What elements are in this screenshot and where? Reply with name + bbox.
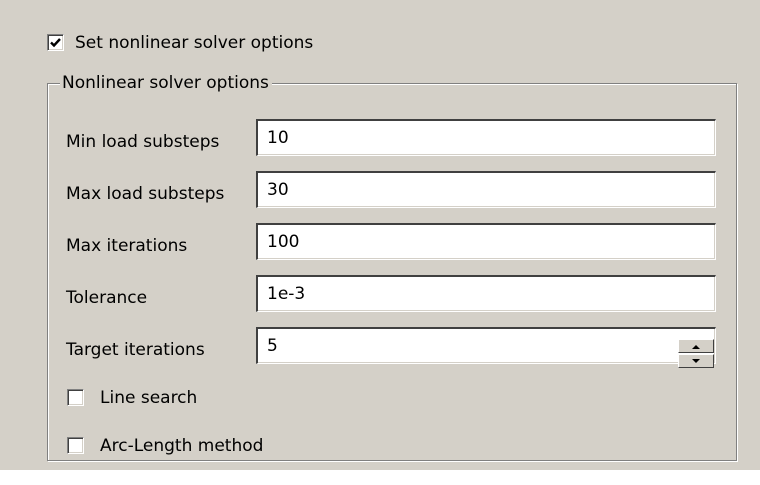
arc-length-method-checkbox[interactable]	[67, 437, 84, 454]
target-iterations-spinner	[678, 339, 714, 368]
line-search-label: Line search	[100, 388, 198, 408]
spin-up-button[interactable]	[678, 339, 714, 353]
set-nonlinear-solver-options-label: Set nonlinear solver options	[75, 33, 314, 53]
max-load-substeps-input[interactable]: 30	[256, 171, 716, 208]
arc-length-method-label: Arc-Length method	[100, 436, 264, 456]
min-load-substeps-label: Min load substeps	[66, 132, 220, 152]
line-search-checkbox[interactable]	[67, 389, 84, 406]
tolerance-value: 1e-3	[267, 284, 306, 304]
max-load-substeps-value: 30	[267, 180, 289, 200]
min-load-substeps-value: 10	[267, 128, 289, 148]
target-iterations-value: 5	[267, 336, 278, 356]
max-load-substeps-label: Max load substeps	[66, 184, 225, 204]
target-iterations-label: Target iterations	[66, 340, 205, 360]
checkmark-icon	[50, 38, 61, 48]
tolerance-input[interactable]: 1e-3	[256, 275, 716, 312]
solver-options-panel: Set nonlinear solver options Nonlinear s…	[0, 0, 760, 470]
max-iterations-input[interactable]: 100	[256, 223, 716, 260]
target-iterations-spinbox[interactable]: 5	[256, 327, 716, 364]
set-nonlinear-solver-options-checkbox[interactable]	[47, 34, 64, 51]
tolerance-label: Tolerance	[66, 288, 148, 308]
max-iterations-label: Max iterations	[66, 236, 188, 256]
min-load-substeps-input[interactable]: 10	[256, 119, 716, 156]
max-iterations-value: 100	[267, 232, 300, 252]
spin-down-arrow-icon	[692, 359, 700, 363]
spin-down-button[interactable]	[678, 354, 714, 368]
group-title: Nonlinear solver options	[60, 73, 272, 93]
spin-up-arrow-icon	[692, 345, 700, 349]
